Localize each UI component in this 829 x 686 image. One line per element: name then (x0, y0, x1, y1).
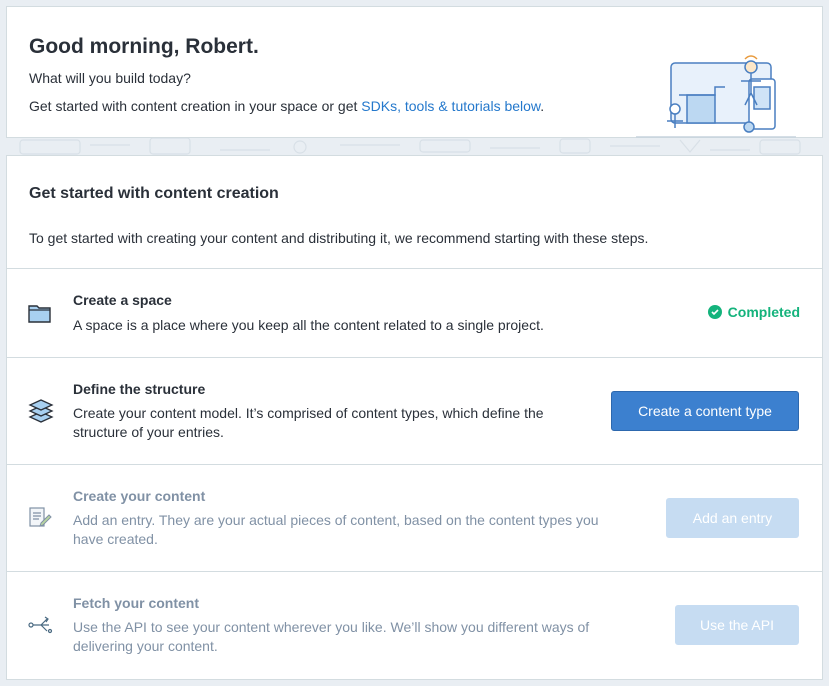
sdks-tools-link[interactable]: SDKs, tools & tutorials below (361, 98, 540, 114)
step-fetch-content: Fetch your content Use the API to see yo… (7, 571, 822, 680)
create-content-type-button[interactable]: Create a content type (611, 391, 799, 431)
edit-document-icon (29, 507, 52, 527)
step-description: Add an entry. They are your actual piece… (73, 512, 599, 547)
step-define-structure: Define the structure Create your content… (7, 357, 822, 464)
step-title: Create a space (73, 292, 172, 308)
welcome-title: Good morning, Robert. (29, 35, 259, 58)
folder-icon (28, 305, 51, 323)
welcome-intro: Get started with content creation in you… (29, 98, 544, 114)
step-description: Use the API to see your content wherever… (73, 619, 590, 654)
layers-icon (28, 399, 54, 423)
add-entry-button[interactable]: Add an entry (666, 498, 799, 538)
step-create-space: Create a space A space is a place where … (7, 268, 822, 357)
step-create-content: Create your content Add an entry. They a… (7, 464, 822, 571)
step-title: Fetch your content (73, 595, 200, 611)
welcome-subtitle: What will you build today? (29, 70, 191, 86)
step-description: A space is a place where you keep all th… (73, 317, 544, 333)
completed-label: Completed (727, 304, 800, 320)
step-description: Create your content model. It’s comprise… (73, 405, 544, 440)
welcome-card: Good morning, Robert. What will you buil… (6, 6, 823, 138)
section-title: Get started with content creation (29, 185, 279, 202)
builders-illustration (636, 55, 796, 138)
welcome-intro-text: Get started with content creation in you… (29, 98, 362, 114)
step-title: Create your content (73, 488, 206, 504)
welcome-intro-end: . (540, 98, 545, 114)
step-title: Define the structure (73, 381, 206, 397)
api-branch-icon (28, 616, 53, 634)
completed-status: Completed (707, 304, 800, 320)
check-icon (707, 305, 722, 319)
getting-started-card: Get started with content creation To get… (6, 155, 823, 680)
use-api-button[interactable]: Use the API (675, 605, 799, 645)
section-description: To get started with creating your conten… (29, 230, 649, 246)
